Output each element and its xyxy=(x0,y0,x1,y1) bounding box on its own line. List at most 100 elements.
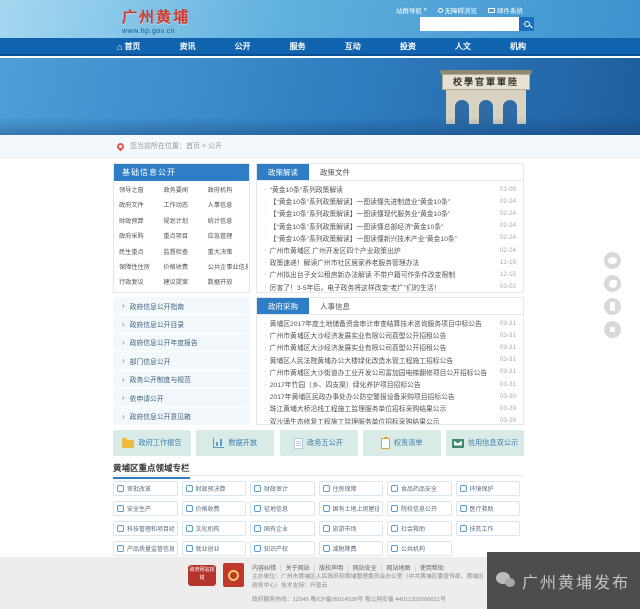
power-list-button[interactable]: 权责清单 xyxy=(363,430,441,456)
info-grid-link[interactable]: 重点项目 xyxy=(159,229,203,244)
footer-link[interactable]: 关于网站 xyxy=(276,566,310,572)
footer-link[interactable]: 版权声明 xyxy=(310,566,344,572)
special-topic-link[interactable]: 国有企业 xyxy=(250,521,315,536)
info-grid-link[interactable]: 数据开放 xyxy=(204,275,248,290)
news-item[interactable]: · 珠江黄埔大桥沿线工程施工监理服务单位招标采购结果公示 03-29 xyxy=(264,402,516,414)
special-topic-link[interactable]: 旅游市场 xyxy=(319,521,384,536)
info-grid-link[interactable]: 政务要闻 xyxy=(159,183,203,198)
special-topic-link[interactable]: 就业创业 xyxy=(182,541,247,556)
special-topic-link[interactable]: 财政审计 xyxy=(250,481,315,496)
footer-link[interactable]: 内容纠错 xyxy=(252,566,276,572)
news-item[interactable]: · 政策速递！解读广州市社区居家养老服务管理办法 12-15 xyxy=(264,256,516,268)
special-topic-link[interactable]: 公共机构 xyxy=(387,541,452,556)
info-grid-link[interactable]: 保障性住房 xyxy=(115,260,159,275)
info-grid-link[interactable]: 公共企事业信息 xyxy=(204,260,248,275)
sidebar-link[interactable]: › 政府信息公开指南 xyxy=(113,297,250,315)
info-grid-link[interactable]: 民生重点 xyxy=(115,245,159,260)
special-topic-link[interactable]: 文化机构 xyxy=(182,521,247,536)
news-item[interactable]: · 【“黄金10条”系列政策解读】一图读懂总部经济“黄金10条” 02-24 xyxy=(264,220,516,232)
tab-policy-documents[interactable]: 政策文件 xyxy=(309,164,361,180)
tab-procurement[interactable]: 政府采购 xyxy=(257,298,309,314)
search-button[interactable] xyxy=(519,17,534,31)
sidebar-link[interactable]: › 部门信息公开 xyxy=(113,352,250,370)
nav-item-investment[interactable]: 投资 xyxy=(396,38,420,56)
top-link-mail[interactable]: 邮件系统 xyxy=(488,5,523,15)
news-item[interactable]: · 广州市黄埔区大沙经济发展实业有限公司荔塱公开招租公告 03-31 xyxy=(264,341,516,353)
sidebar-link[interactable]: › 依申请公开 xyxy=(113,389,250,407)
news-item[interactable]: · 【“黄金10条”系列政策解读】一图读懂现代服务业“黄金10条” 02-24 xyxy=(264,207,516,219)
nav-item-home[interactable]: ⌂首页 xyxy=(113,38,144,56)
share-mobile-button[interactable] xyxy=(604,298,621,315)
tab-personnel[interactable]: 人事信息 xyxy=(309,298,361,314)
footer-link[interactable]: 网站地图 xyxy=(377,566,411,572)
special-topic-link[interactable]: 产品质量监管信息 xyxy=(113,541,178,556)
top-link-site-nav[interactable]: 站群导航▾ xyxy=(396,5,427,15)
special-topic-link[interactable]: 食品药品安全 xyxy=(387,481,452,496)
share-wechat-button[interactable] xyxy=(604,252,621,269)
info-grid-link[interactable]: 重大决策 xyxy=(204,245,248,260)
gov-site-emblem-badge[interactable] xyxy=(223,563,244,587)
sidebar-link[interactable]: › 政府信息公开目录 xyxy=(113,315,250,333)
search-input[interactable] xyxy=(420,17,519,31)
news-item[interactable]: · 黄埔区人民法院黄埔办公大楼绿化改造水管工程施工招标公告 03-31 xyxy=(264,354,516,366)
news-item[interactable]: · 【“黄金10条”系列政策解读】一图读懂先进制造业“黄金10条” 02-24 xyxy=(264,195,516,207)
sidebar-link[interactable]: › 政府信息公开意见箱 xyxy=(113,407,250,425)
special-topic-link[interactable]: 扶贫工作 xyxy=(456,521,521,536)
news-item[interactable]: · 双沙涌生态修复工程施工监理服务单位招标采购结果公示 03-29 xyxy=(264,415,516,426)
special-topic-link[interactable]: 征地信息 xyxy=(250,501,315,516)
info-grid-link[interactable]: 建议提案 xyxy=(159,275,203,290)
news-item[interactable]: · 厉害了！3-5年后，电子政务将这样改变“老广”们的生活！ 03-02 xyxy=(264,281,516,293)
sidebar-link[interactable]: › 政务公开制度与规范 xyxy=(113,371,250,389)
info-grid-link[interactable]: 财政预算 xyxy=(115,214,159,229)
info-grid-link[interactable]: 政府机构 xyxy=(204,183,248,198)
special-topic-link[interactable]: 社会救助 xyxy=(387,521,452,536)
credit-info-button[interactable]: 信用信息双公示 xyxy=(446,430,524,456)
info-grid-link[interactable]: 统计信息 xyxy=(204,214,248,229)
news-item[interactable]: · 2017年黄埔区民政办事处办公防空警报设备采购项目招标公告 03-30 xyxy=(264,390,516,402)
special-topic-link[interactable]: 知识产权 xyxy=(250,541,315,556)
share-qr-button[interactable] xyxy=(604,321,621,338)
special-topic-link[interactable]: 安全生产 xyxy=(113,501,178,516)
news-item[interactable]: · 黄埔区2017年度土地储备资金审计审查结算技术咨询服务项目中标公告 03-3… xyxy=(264,317,516,329)
special-topic-link[interactable]: 财政预决算 xyxy=(182,481,247,496)
info-grid-link[interactable]: 工作动态 xyxy=(159,198,203,213)
nav-item-news[interactable]: 资讯 xyxy=(176,38,200,56)
info-grid-link[interactable]: 应急管理 xyxy=(204,229,248,244)
nav-item-organization[interactable]: 机构 xyxy=(506,38,530,56)
gov-work-report-button[interactable]: 政府工作报告 xyxy=(113,430,191,456)
nav-item-services[interactable]: 服务 xyxy=(286,38,310,56)
info-grid-link[interactable]: 人事信息 xyxy=(204,198,248,213)
tab-policy-interpretation[interactable]: 政策解读 xyxy=(257,164,309,180)
nav-item-disclosure[interactable]: 公开 xyxy=(231,38,255,56)
five-disclosures-button[interactable]: 政务五公开 xyxy=(280,430,358,456)
special-topic-link[interactable]: 住房保障 xyxy=(319,481,384,496)
info-grid-link[interactable]: 政府采购 xyxy=(115,229,159,244)
special-topic-link[interactable]: 院校信息公开 xyxy=(387,501,452,516)
news-item[interactable]: · 广州市黄埔区大沙经济发展实业有限公司荔塱公开招租公告 03-31 xyxy=(264,329,516,341)
info-grid-link[interactable]: 行政复议 xyxy=(115,275,159,290)
footer-link[interactable]: 使用帮助 xyxy=(410,566,444,572)
special-topic-link[interactable]: 科技管理和项目经费 xyxy=(113,521,178,536)
info-grid-link[interactable]: 政府文件 xyxy=(115,198,159,213)
news-item[interactable]: · 广州拟出台子女公租房新办法解读 不带户籍可作条件改变限制 12-15 xyxy=(264,268,516,280)
share-weibo-button[interactable] xyxy=(604,275,621,292)
info-grid-link[interactable]: 规划计划 xyxy=(159,214,203,229)
special-topic-link[interactable]: 审批改革 xyxy=(113,481,178,496)
special-topic-link[interactable]: 环境保护 xyxy=(456,481,521,496)
site-logo[interactable]: 广州黄埔 www.hp.gov.cn xyxy=(122,6,190,35)
special-topic-link[interactable]: 国有土地上房屋征收 xyxy=(319,501,384,516)
news-item[interactable]: · 2017年竹园（乡、四支渠）绿化养护项目招标公告 03-31 xyxy=(264,378,516,390)
special-topic-link[interactable]: 减税降费 xyxy=(319,541,384,556)
info-grid-link[interactable]: 价格收费 xyxy=(159,260,203,275)
special-topic-link[interactable]: 医疗救助 xyxy=(456,501,521,516)
nav-item-culture[interactable]: 人文 xyxy=(451,38,475,56)
footer-link[interactable]: 网站安全 xyxy=(343,566,377,572)
news-item[interactable]: · 广州市黄埔区大沙街道办工业开发公司富加园电梯翻修项目公开招标公告 03-31 xyxy=(264,366,516,378)
site-error-report-badge[interactable]: 政府网站找错 xyxy=(188,565,216,586)
info-grid-link[interactable]: 监督检查 xyxy=(159,245,203,260)
news-item[interactable]: · 【“黄金10条”系列政策解读】一图读懂新兴技术产业“黄金10条” 02-24 xyxy=(264,232,516,244)
info-grid-link[interactable]: 领导之窗 xyxy=(115,183,159,198)
news-item[interactable]: · 广州市黄埔区 广州开发区四个产业政策出炉 02-24 xyxy=(264,244,516,256)
open-data-button[interactable]: 数据开放 xyxy=(196,430,274,456)
special-topic-link[interactable]: 价格收费 xyxy=(182,501,247,516)
